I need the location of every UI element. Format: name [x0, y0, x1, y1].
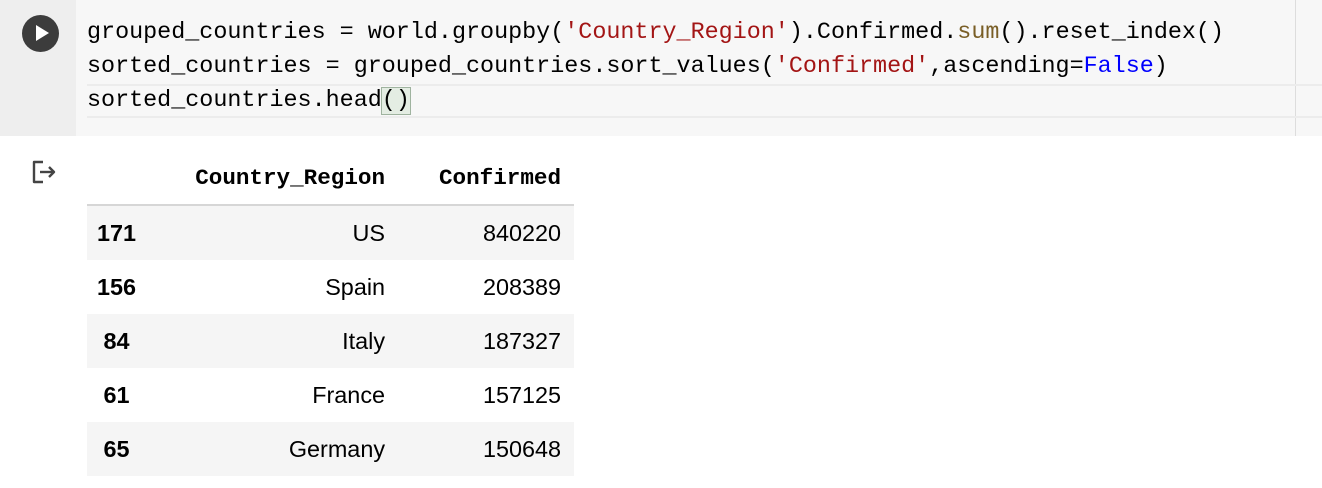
- cell-country-region: US: [352, 219, 386, 246]
- table-row: 65 Germany 150648: [87, 422, 575, 476]
- code-line-2[interactable]: sorted_countries = grouped_countries.sor…: [87, 52, 1168, 82]
- row-index: 65: [103, 435, 130, 462]
- cell-country-region: France: [312, 381, 386, 408]
- code-token: sorted_countries = grouped_countries.sor…: [87, 54, 775, 80]
- code-token: sorted_countries.head: [87, 88, 382, 114]
- run-cell-button[interactable]: [22, 15, 59, 52]
- cell-confirmed: 150648: [482, 435, 562, 462]
- table-row: 171 US 840220: [87, 205, 575, 260]
- cell-confirmed: 187327: [482, 327, 562, 354]
- play-icon: [36, 25, 49, 41]
- code-cell[interactable]: grouped_countries = world.groupby('Count…: [0, 0, 1322, 136]
- code-token: sum: [957, 20, 1000, 46]
- code-token: ): [1153, 54, 1168, 80]
- cell-gutter: [0, 0, 76, 136]
- cell-country-region: Germany: [288, 435, 386, 462]
- code-line-1[interactable]: grouped_countries = world.groupby('Count…: [87, 18, 1224, 48]
- code-token: 'Confirmed': [774, 54, 930, 80]
- row-index: 61: [103, 381, 130, 408]
- row-index: 156: [97, 273, 137, 300]
- code-token: False: [1083, 54, 1154, 80]
- index-header: [87, 152, 147, 206]
- cell-confirmed: 208389: [482, 273, 562, 300]
- cell-confirmed: 840220: [482, 219, 562, 246]
- code-token: 'Country_Region': [564, 20, 789, 46]
- column-header-country-region: Country_Region: [146, 152, 399, 206]
- output-redirect-icon[interactable]: [30, 158, 58, 186]
- cell-country-region: Italy: [342, 327, 386, 354]
- cell-country-region: Spain: [325, 273, 386, 300]
- cell-confirmed: 157125: [482, 381, 562, 408]
- table-row: 156 Spain 208389: [87, 260, 575, 314]
- row-index: 171: [97, 219, 137, 246]
- table-row: 84 Italy 187327: [87, 314, 575, 368]
- row-index: 84: [103, 327, 130, 354]
- code-token: (): [380, 87, 411, 115]
- column-header-confirmed: Confirmed: [398, 152, 575, 206]
- code-token: ().reset_index(): [999, 20, 1225, 46]
- code-token: ,ascending=: [929, 54, 1084, 80]
- code-token: grouped_countries = world.groupby(: [87, 20, 565, 46]
- table-header-row: Country_Region Confirmed: [87, 152, 575, 206]
- code-token: ).Confirmed.: [788, 20, 958, 46]
- dataframe-table: Country_Region Confirmed 171 US 840220 1…: [87, 152, 575, 476]
- code-line-3[interactable]: sorted_countries.head(): [87, 86, 411, 116]
- table-row: 61 France 157125: [87, 368, 575, 422]
